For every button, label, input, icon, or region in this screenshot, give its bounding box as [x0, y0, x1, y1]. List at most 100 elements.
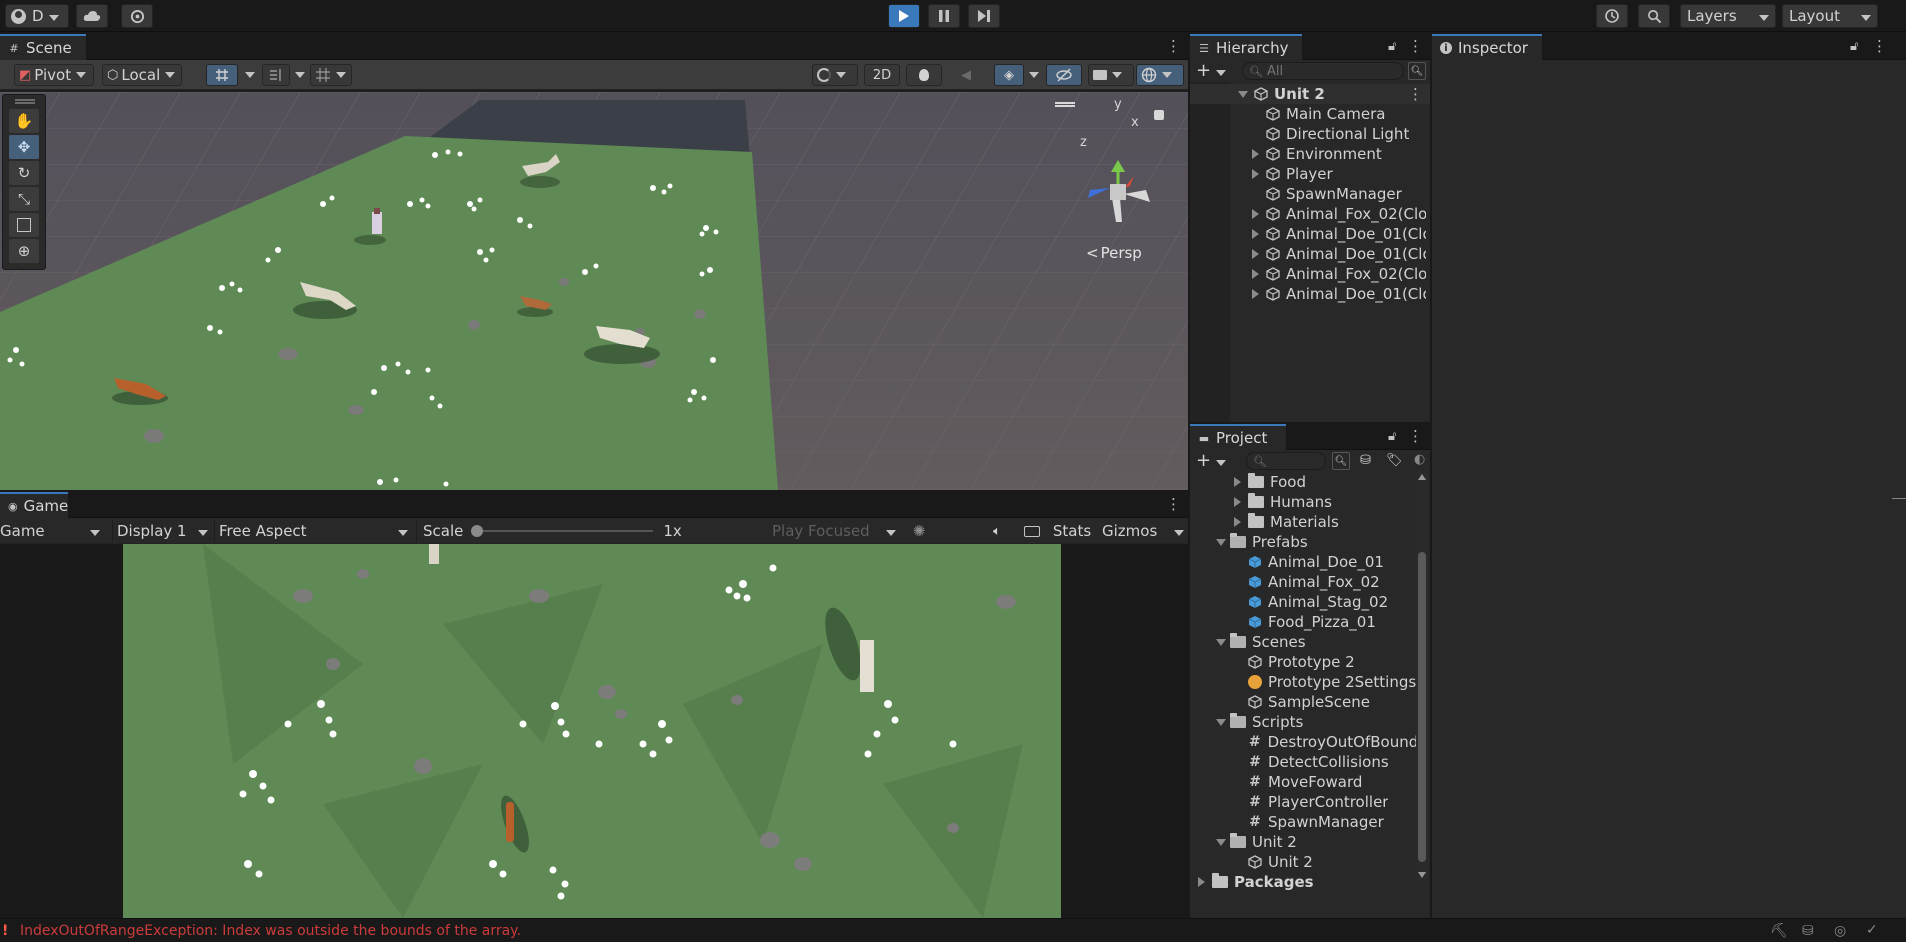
increment-snap-button[interactable] — [262, 64, 290, 86]
expand-arrow-icon[interactable] — [1234, 497, 1241, 507]
pivot-dropdown[interactable]: ◩ Pivot — [14, 64, 94, 86]
increment-snap-dropdown[interactable] — [290, 64, 304, 86]
expand-arrow-icon[interactable] — [1252, 169, 1259, 179]
expand-arrow-icon[interactable] — [1234, 477, 1241, 487]
drag-handle-icon[interactable] — [15, 99, 35, 101]
search-button[interactable] — [1638, 4, 1670, 28]
debug-mode-icon[interactable]: ◎ — [1834, 923, 1846, 939]
kebab-menu-icon[interactable]: ⋮ — [1166, 39, 1181, 54]
scene-viewport[interactable]: y x z < Persp ✋ ✥ ↻ ⤡ ⊕ — [0, 92, 1188, 490]
expand-arrow-slot[interactable] — [1252, 289, 1264, 299]
expand-arrow-slot[interactable] — [1252, 249, 1264, 259]
scale-slider-thumb[interactable] — [471, 525, 484, 537]
gizmo-menu-icon[interactable] — [1055, 102, 1075, 104]
tab-scene[interactable]: # Scene — [0, 34, 86, 60]
hierarchy-item[interactable]: Player — [1190, 164, 1430, 184]
effects-toggle[interactable]: ◈ — [994, 64, 1024, 86]
lighting-toggle[interactable] — [906, 64, 942, 86]
audio-toggle[interactable]: ◀ — [948, 64, 984, 86]
grid-visibility-dropdown[interactable] — [310, 64, 352, 86]
expand-arrow-slot[interactable] — [1252, 229, 1264, 239]
create-dropdown[interactable]: + — [1196, 62, 1228, 80]
expand-arrow-icon[interactable] — [1198, 877, 1205, 887]
cloud-button[interactable] — [76, 4, 108, 28]
shading-mode-dropdown[interactable] — [812, 64, 858, 86]
filter-by-type-icon[interactable]: ⛁ — [1360, 453, 1371, 468]
collapse-arrow-icon[interactable] — [1216, 718, 1226, 726]
rect-tool-button[interactable] — [9, 213, 39, 237]
shortcuts-toggle[interactable] — [1020, 520, 1044, 542]
collapse-arrow-icon[interactable] — [1216, 838, 1226, 846]
project-search[interactable]: 🔍︎ — [1246, 452, 1326, 470]
effects-dropdown[interactable] — [1024, 64, 1038, 86]
hierarchy-root-row[interactable]: Unit 2 ⋮ — [1190, 84, 1430, 104]
expand-arrow-slot[interactable] — [1234, 497, 1248, 507]
expand-arrow-slot[interactable] — [1252, 169, 1264, 179]
collapse-arrow-icon[interactable] — [1216, 638, 1226, 646]
tab-game[interactable]: ◉ Game — [0, 492, 68, 518]
project-item[interactable]: # DestroyOutOfBound — [1190, 732, 1416, 752]
expand-arrow-slot[interactable] — [1234, 517, 1248, 527]
project-item[interactable]: # DetectCollisions — [1190, 752, 1416, 772]
account-dropdown[interactable]: D — [5, 4, 69, 28]
kebab-menu-icon[interactable]: ⋮ — [1872, 39, 1887, 54]
project-item[interactable]: Materials — [1190, 512, 1416, 532]
pause-button[interactable] — [928, 4, 960, 28]
hierarchy-item[interactable]: Environment — [1190, 144, 1430, 164]
camera-settings-dropdown[interactable] — [1088, 64, 1134, 86]
expand-arrow-icon[interactable] — [1238, 90, 1248, 98]
lock-icon[interactable]: 🔓︎ — [1850, 39, 1858, 54]
kebab-menu-icon[interactable]: ⋮ — [1408, 429, 1423, 444]
lock-icon[interactable]: 🔓︎ — [1388, 429, 1396, 444]
project-item[interactable]: Humans — [1190, 492, 1416, 512]
collapse-arrow-icon[interactable] — [1216, 538, 1226, 546]
hierarchy-item[interactable]: Animal_Doe_01(Clo — [1190, 284, 1430, 304]
project-item[interactable]: Unit 2 — [1190, 852, 1416, 872]
project-item[interactable]: Food — [1190, 472, 1416, 492]
gizmos-dropdown[interactable] — [1136, 64, 1184, 86]
expand-arrow-slot[interactable] — [1216, 718, 1230, 726]
hierarchy-item[interactable]: Animal_Fox_02(Clon — [1190, 264, 1430, 284]
project-item[interactable]: # SpawnManager — [1190, 812, 1416, 832]
scroll-up-icon[interactable] — [1418, 474, 1426, 480]
move-tool-button[interactable]: ✥ — [9, 135, 39, 159]
project-item[interactable]: Scenes — [1190, 632, 1416, 652]
persp-toggle[interactable]: < Persp — [1086, 244, 1142, 262]
scroll-thumb[interactable] — [1418, 552, 1426, 862]
rotate-tool-button[interactable]: ↻ — [9, 161, 39, 185]
tab-inspector[interactable]: i Inspector — [1432, 34, 1542, 60]
expand-arrow-icon[interactable] — [1252, 229, 1259, 239]
hierarchy-search-input[interactable] — [1266, 63, 1403, 79]
check-icon[interactable]: ✓ — [1866, 922, 1878, 938]
hierarchy-item[interactable]: Animal_Fox_02(Clon — [1190, 204, 1430, 224]
lock-icon[interactable] — [1154, 110, 1164, 120]
tab-hierarchy[interactable]: ☰ Hierarchy — [1190, 34, 1302, 60]
hierarchy-item[interactable]: Animal_Doe_01(Clo — [1190, 244, 1430, 264]
display-dropdown[interactable]: Display 1 — [112, 520, 212, 542]
project-item[interactable]: Packages — [1190, 872, 1416, 892]
project-item[interactable]: Animal_Stag_02 — [1190, 592, 1416, 612]
scale-slider[interactable] — [471, 525, 654, 537]
expand-arrow-slot[interactable] — [1234, 477, 1248, 487]
hidden-packages-icon[interactable]: ◐ — [1414, 452, 1425, 467]
kebab-menu-icon[interactable]: ⋮ — [1166, 497, 1181, 512]
project-item[interactable]: # MoveFoward — [1190, 772, 1416, 792]
expand-arrow-slot[interactable] — [1252, 269, 1264, 279]
expand-arrow-slot[interactable] — [1198, 877, 1212, 887]
stats-toggle[interactable]: Stats — [1052, 520, 1092, 542]
tab-project[interactable]: ▬ Project — [1190, 424, 1286, 450]
scroll-down-icon[interactable] — [1418, 872, 1426, 878]
hierarchy-item[interactable]: Main Camera — [1190, 104, 1430, 124]
mute-audio-toggle[interactable]: 🔈︎ — [986, 520, 1008, 542]
project-item[interactable]: Prefabs — [1190, 532, 1416, 552]
debug-toggle[interactable]: ✺ — [906, 520, 932, 542]
progress-icon[interactable]: ⛏ — [1770, 923, 1788, 939]
expand-arrow-icon[interactable] — [1234, 517, 1241, 527]
project-scrollbar[interactable] — [1416, 472, 1428, 880]
layout-dropdown[interactable]: Layout — [1782, 4, 1878, 28]
expand-arrow-slot[interactable] — [1252, 149, 1264, 159]
project-item[interactable]: SampleScene — [1190, 692, 1416, 712]
scale-tool-button[interactable]: ⤡ — [9, 187, 39, 211]
project-item[interactable]: Unit 2 — [1190, 832, 1416, 852]
expand-arrow-icon[interactable] — [1252, 269, 1259, 279]
